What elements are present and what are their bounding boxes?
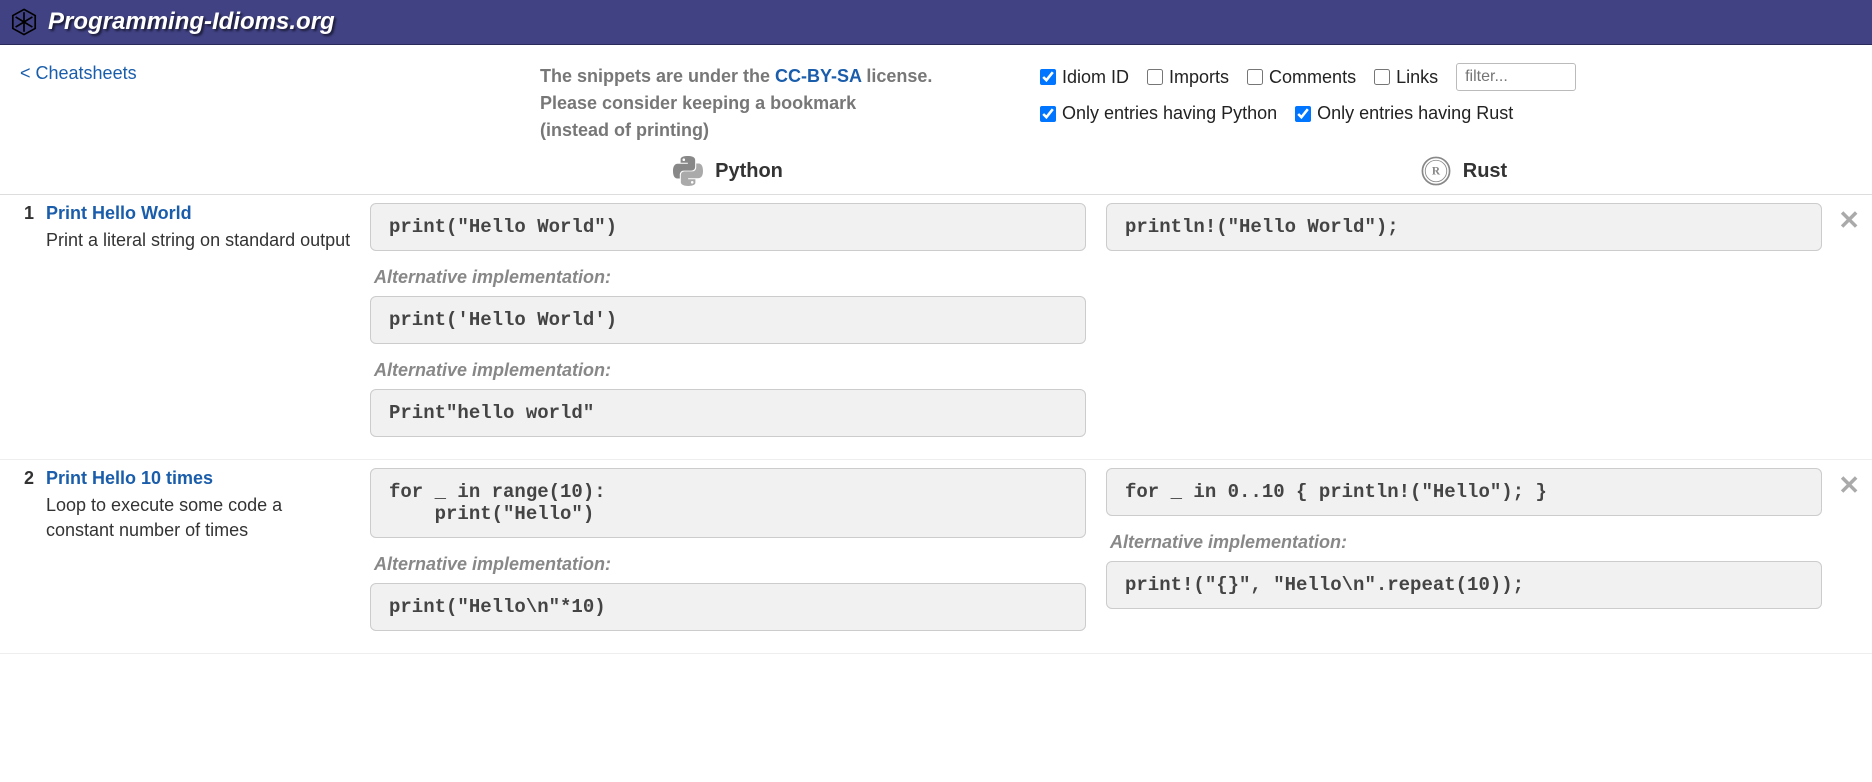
rust-column: for _ in 0..10 { println!("Hello"); } Alt… — [1096, 468, 1832, 641]
code-block-rust[interactable]: print!("{}", "Hello\n".repeat(10)); — [1106, 561, 1822, 609]
code-block-python[interactable]: Print"hello world" — [370, 389, 1086, 437]
svg-text:R: R — [1432, 166, 1441, 178]
code-block-rust[interactable]: for _ in 0..10 { println!("Hello"); } — [1106, 468, 1822, 516]
code-block-python[interactable]: print('Hello World') — [370, 296, 1086, 344]
python-column: for _ in range(10): print("Hello") Altern… — [360, 468, 1096, 641]
filter-input[interactable] — [1456, 63, 1576, 91]
checkbox-imports-input[interactable] — [1147, 69, 1163, 85]
python-icon — [673, 156, 703, 186]
checkbox-idiom-id[interactable]: Idiom ID — [1040, 67, 1129, 88]
rust-icon: R — [1421, 156, 1451, 186]
license-link[interactable]: CC-BY-SA — [775, 66, 861, 86]
checkbox-idiom-id-input[interactable] — [1040, 69, 1056, 85]
idiom-description: 2 Print Hello 10 times Loop to execute som… — [0, 468, 360, 641]
alt-impl-label: Alternative implementation: — [374, 267, 1086, 288]
checkbox-comments-input[interactable] — [1247, 69, 1263, 85]
idiom-title-link[interactable]: Print Hello 10 times — [46, 468, 213, 488]
dismiss-row-button[interactable]: ✕ — [1838, 470, 1860, 501]
checkbox-links-input[interactable] — [1374, 69, 1390, 85]
site-header: Programming-Idioms.org — [0, 0, 1872, 45]
checkbox-only-rust[interactable]: Only entries having Rust — [1295, 103, 1513, 124]
idiom-title-link[interactable]: Print Hello World — [46, 203, 192, 223]
idiom-id: 1 — [20, 203, 34, 447]
lang-header-rust: R Rust — [1096, 156, 1832, 186]
back-to-cheatsheets-link[interactable]: < Cheatsheets — [20, 63, 540, 84]
controls: Idiom ID Imports Comments Links Only ent… — [1020, 63, 1852, 136]
alt-impl-label: Alternative implementation: — [374, 554, 1086, 575]
checkbox-comments[interactable]: Comments — [1247, 67, 1356, 88]
code-block-python[interactable]: print("Hello World") — [370, 203, 1086, 251]
checkbox-imports[interactable]: Imports — [1147, 67, 1229, 88]
logo-icon — [10, 8, 38, 36]
lang-headers: Python R Rust — [0, 152, 1872, 195]
checkbox-only-rust-input[interactable] — [1295, 106, 1311, 122]
alt-impl-label: Alternative implementation: — [1110, 532, 1822, 553]
code-block-rust[interactable]: println!("Hello World"); — [1106, 203, 1822, 251]
checkbox-links[interactable]: Links — [1374, 67, 1438, 88]
idiom-subtitle: Loop to execute some code a constant num… — [46, 493, 352, 543]
rust-column: println!("Hello World"); — [1096, 203, 1832, 447]
checkbox-only-python-input[interactable] — [1040, 106, 1056, 122]
python-column: print("Hello World") Alternative implemen… — [360, 203, 1096, 447]
checkbox-only-python[interactable]: Only entries having Python — [1040, 103, 1277, 124]
idiom-row: 2 Print Hello 10 times Loop to execute som… — [0, 460, 1872, 654]
dismiss-row-button[interactable]: ✕ — [1838, 205, 1860, 236]
idiom-id: 2 — [20, 468, 34, 641]
license-note: The snippets are under the CC-BY-SA lice… — [540, 63, 1020, 144]
idiom-description: 1 Print Hello World Print a literal string… — [0, 203, 360, 447]
code-block-python[interactable]: for _ in range(10): print("Hello") — [370, 468, 1086, 538]
site-title[interactable]: Programming-Idioms.org — [48, 8, 335, 36]
topbar: < Cheatsheets The snippets are under the… — [0, 45, 1872, 152]
idiom-row: 1 Print Hello World Print a literal string… — [0, 195, 1872, 460]
code-block-python[interactable]: print("Hello\n"*10) — [370, 583, 1086, 631]
alt-impl-label: Alternative implementation: — [374, 360, 1086, 381]
lang-header-python: Python — [360, 156, 1096, 186]
idiom-subtitle: Print a literal string on standard outpu… — [46, 228, 350, 253]
